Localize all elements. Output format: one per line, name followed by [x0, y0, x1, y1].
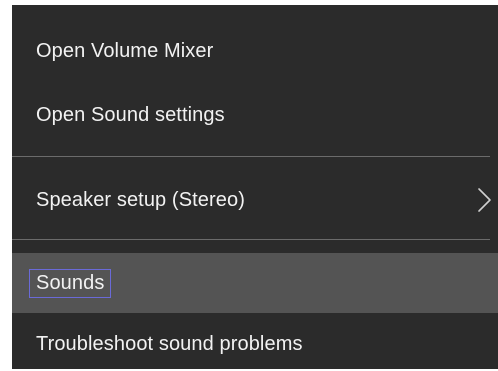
menu-item-open-volume-mixer[interactable]: Open Volume Mixer — [12, 23, 498, 79]
menu-separator — [12, 239, 490, 240]
menu-item-troubleshoot-sound-problems[interactable]: Troubleshoot sound problems — [12, 319, 498, 369]
menu-item-sounds[interactable]: Sounds — [12, 253, 498, 313]
menu-item-open-sound-settings[interactable]: Open Sound settings — [12, 87, 498, 143]
context-menu: Open Volume Mixer Open Sound settings Sp… — [12, 5, 498, 369]
menu-item-speaker-setup[interactable]: Speaker setup (Stereo) — [12, 172, 498, 228]
menu-item-label: Sounds — [28, 268, 112, 298]
menu-item-label: Troubleshoot sound problems — [36, 332, 303, 355]
menu-item-label: Open Sound settings — [36, 103, 225, 126]
menu-separator — [12, 156, 490, 157]
menu-item-label: Speaker setup (Stereo) — [36, 188, 245, 211]
menu-item-label: Open Volume Mixer — [36, 39, 214, 62]
chevron-right-icon — [478, 188, 491, 212]
